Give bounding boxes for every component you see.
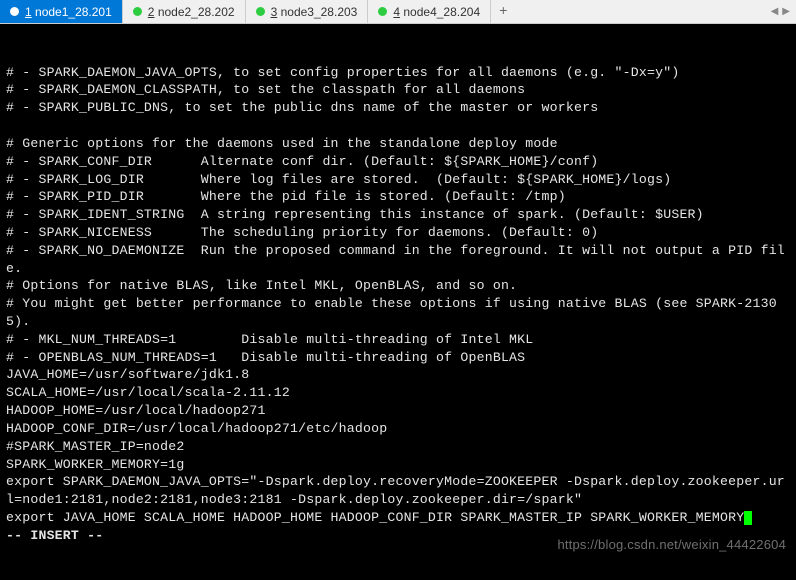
add-tab-button[interactable]: + [491, 0, 515, 23]
terminal-pane[interactable]: # - SPARK_DAEMON_JAVA_OPTS, to set confi… [0, 24, 796, 564]
terminal-line: HADOOP_CONF_DIR=/usr/local/hadoop271/etc… [6, 420, 790, 438]
terminal-line: # - SPARK_PUBLIC_DNS, to set the public … [6, 99, 790, 117]
terminal-line: # - SPARK_LOG_DIR Where log files are st… [6, 171, 790, 189]
tab-label: node3_28.203 [281, 5, 358, 19]
terminal-line: # - OPENBLAS_NUM_THREADS=1 Disable multi… [6, 349, 790, 367]
tab-nav: ◀ ▶ [765, 0, 796, 23]
status-dot-icon [378, 7, 387, 16]
terminal-line: JAVA_HOME=/usr/software/jdk1.8 [6, 366, 790, 384]
terminal-line: # Options for native BLAS, like Intel MK… [6, 277, 790, 295]
vim-status-line: -- INSERT -- [6, 527, 790, 545]
terminal-line: SCALA_HOME=/usr/local/scala-2.11.12 [6, 384, 790, 402]
status-dot-icon [256, 7, 265, 16]
terminal-line: #SPARK_MASTER_IP=node2 [6, 438, 790, 456]
tab-num: 4 [393, 5, 400, 19]
terminal-line: SPARK_WORKER_MEMORY=1g [6, 456, 790, 474]
cursor-icon [744, 511, 752, 525]
tab-num: 3 [271, 5, 278, 19]
tab-label: node2_28.202 [158, 5, 235, 19]
terminal-line: # Generic options for the daemons used i… [6, 135, 790, 153]
terminal-line: # - SPARK_DAEMON_CLASSPATH, to set the c… [6, 81, 790, 99]
terminal-line: # - SPARK_DAEMON_JAVA_OPTS, to set confi… [6, 64, 790, 82]
nav-left-icon[interactable]: ◀ [771, 6, 779, 18]
terminal-content: # - SPARK_DAEMON_JAVA_OPTS, to set confi… [6, 64, 790, 545]
terminal-line: # - SPARK_NO_DAEMONIZE Run the proposed … [6, 242, 790, 278]
terminal-line: # You might get better performance to en… [6, 295, 790, 331]
status-dot-icon [10, 7, 19, 16]
terminal-line: # - MKL_NUM_THREADS=1 Disable multi-thre… [6, 331, 790, 349]
tab-node3[interactable]: 3 node3_28.203 [246, 0, 369, 23]
terminal-line: # - SPARK_CONF_DIR Alternate conf dir. (… [6, 153, 790, 171]
tab-num: 1 [25, 5, 32, 19]
tab-label: node4_28.204 [403, 5, 480, 19]
terminal-line: # - SPARK_PID_DIR Where the pid file is … [6, 188, 790, 206]
tab-node1[interactable]: 1 node1_28.201 [0, 0, 123, 23]
terminal-line: HADOOP_HOME=/usr/local/hadoop271 [6, 402, 790, 420]
tab-num: 2 [148, 5, 155, 19]
tab-node2[interactable]: 2 node2_28.202 [123, 0, 246, 23]
status-dot-icon [133, 7, 142, 16]
terminal-line: # - SPARK_NICENESS The scheduling priori… [6, 224, 790, 242]
tab-node4[interactable]: 4 node4_28.204 [368, 0, 491, 23]
terminal-line: export JAVA_HOME SCALA_HOME HADOOP_HOME … [6, 509, 790, 527]
terminal-line [6, 117, 790, 135]
tab-label: node1_28.201 [35, 5, 112, 19]
terminal-line: # - SPARK_IDENT_STRING A string represen… [6, 206, 790, 224]
nav-right-icon[interactable]: ▶ [782, 6, 790, 18]
terminal-line: export SPARK_DAEMON_JAVA_OPTS="-Dspark.d… [6, 473, 790, 509]
tab-bar: 1 node1_28.201 2 node2_28.202 3 node3_28… [0, 0, 796, 24]
